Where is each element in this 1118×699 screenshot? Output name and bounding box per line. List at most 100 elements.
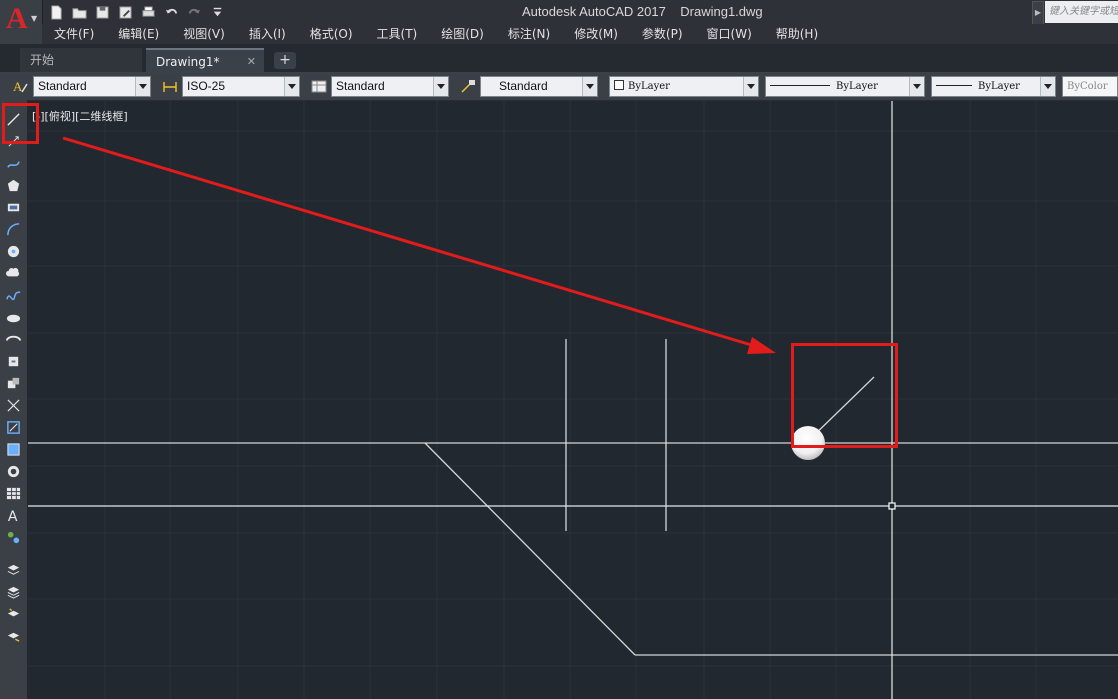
dimension-style-icon[interactable] [160,76,180,96]
insert-block-icon[interactable] [4,352,22,370]
viewport-controls-label[interactable]: [-][俯视][二维线框] [32,108,128,124]
text-style-value: Standard [38,79,87,93]
search-expand-icon[interactable]: ▶ [1032,1,1044,25]
layer-icon-3[interactable] [4,604,22,622]
tab-drawing1[interactable]: Drawing1* ✕ [146,48,264,72]
close-icon[interactable]: ✕ [247,50,256,74]
spline-icon[interactable] [4,286,22,304]
svg-text:A: A [13,79,23,94]
multileader-style-icon[interactable] [458,76,478,96]
title-bar: Autodesk AutoCAD 2017 Drawing1.dwg ▶ 键入关… [0,0,1118,25]
layer-icon-2[interactable] [4,582,22,600]
dropdown-arrow-icon [433,77,448,96]
dimension-style-select[interactable]: ISO-25 [182,76,300,97]
draw-toolbar: A [0,100,28,699]
table-style-icon[interactable] [309,76,329,96]
hatch-icon[interactable] [4,418,22,436]
tab-label: 开始 [30,53,55,67]
redo-icon[interactable] [184,2,204,22]
menu-bar: 文件(F) 编辑(E) 视图(V) 插入(I) 格式(O) 工具(T) 绘图(D… [42,24,1118,44]
lineweight-value: ByLayer [978,81,1020,92]
menu-insert[interactable]: 插入(I) [237,24,298,44]
table-icon[interactable] [4,484,22,502]
rectangle-icon[interactable] [4,198,22,216]
dropdown-arrow-icon [909,77,924,96]
menu-edit[interactable]: 编辑(E) [106,24,171,44]
line-tool-highlight-box [2,103,39,144]
application-menu-button[interactable]: A ▼ [0,0,43,44]
menu-tools[interactable]: 工具(T) [365,24,430,44]
chevron-down-icon: ▼ [31,14,38,23]
slanted-polyline-segment [424,442,636,656]
plot-style-select[interactable]: ByColor [1062,76,1118,97]
multileader-style-select[interactable]: Standard [480,76,598,97]
tab-start[interactable]: 开始 [20,48,142,72]
open-folder-icon[interactable] [69,2,89,22]
text-style-icon[interactable]: A [10,76,30,96]
grid [28,101,1118,699]
undo-icon[interactable] [161,2,181,22]
drawn-line-highlight-box [791,343,898,448]
color-select[interactable]: ByLayer [609,76,759,97]
polyline-icon[interactable] [4,154,22,172]
table-style-select[interactable]: Standard [331,76,449,97]
add-selected-icon[interactable] [4,528,22,546]
linetype-select[interactable]: ByLayer [765,76,925,97]
print-icon[interactable] [138,2,158,22]
save-icon[interactable] [92,2,112,22]
new-tab-button[interactable]: + [274,52,296,69]
menu-modify[interactable]: 修改(M) [562,24,630,44]
dropdown-arrow-icon [135,77,150,96]
customize-dropdown-icon[interactable] [207,2,227,22]
lineweight-select[interactable]: ByLayer [931,76,1056,97]
menu-parametric[interactable]: 参数(P) [630,24,695,44]
dimension-style-value: ISO-25 [187,79,226,93]
linetype-value: ByLayer [836,81,878,92]
linetype-preview-icon [770,85,830,86]
plot-style-value: ByColor [1067,81,1108,92]
ellipse-arc-icon[interactable] [4,330,22,348]
geometry [28,339,1118,656]
region-icon[interactable] [4,462,22,480]
menu-file[interactable]: 文件(F) [42,24,106,44]
text-style-select[interactable]: Standard [33,76,151,97]
crosshair-cursor [28,101,1118,699]
arc-icon[interactable] [4,220,22,238]
mtext-icon[interactable]: A [4,506,22,524]
menu-dimension[interactable]: 标注(N) [496,24,562,44]
new-file-icon[interactable] [46,2,66,22]
autocad-logo-icon: A [6,2,28,35]
dropdown-arrow-icon [284,77,299,96]
styles-toolbar: A Standard ISO-25 Standard Standard ByLa… [0,73,1118,101]
construction-line-icon[interactable] [4,396,22,414]
ellipse-icon[interactable] [4,308,22,326]
circle-icon[interactable] [4,242,22,260]
gradient-icon[interactable] [4,440,22,458]
menu-format[interactable]: 格式(O) [298,24,365,44]
drawing-canvas[interactable] [28,101,1118,699]
multileader-style-value: Standard [499,79,548,93]
color-swatch-icon [614,80,624,90]
layer-icon-4[interactable] [4,626,22,644]
tab-label: Drawing1* [156,55,220,69]
polygon-icon[interactable] [4,176,22,194]
save-as-icon[interactable] [115,2,135,22]
menu-view[interactable]: 视图(V) [171,24,237,44]
menu-help[interactable]: 帮助(H) [764,24,830,44]
color-value: ByLayer [628,81,670,92]
lineweight-preview-icon [936,85,972,86]
menu-draw[interactable]: 绘图(D) [429,24,496,44]
dropdown-arrow-icon [1040,77,1055,96]
make-block-icon[interactable] [4,374,22,392]
svg-text:A: A [7,509,17,523]
menu-window[interactable]: 窗口(W) [695,24,764,44]
dropdown-arrow-icon [743,77,758,96]
file-tab-bar: 开始 Drawing1* ✕ + [0,44,1118,73]
quick-access-toolbar [46,2,227,22]
dropdown-arrow-icon [582,77,597,96]
table-style-value: Standard [336,79,385,93]
window-title: Autodesk AutoCAD 2017 Drawing1.dwg [522,4,763,19]
layer-icon-1[interactable] [4,560,22,578]
revision-cloud-icon[interactable] [4,264,22,282]
search-input[interactable]: 键入关键字或短语 [1045,1,1118,23]
